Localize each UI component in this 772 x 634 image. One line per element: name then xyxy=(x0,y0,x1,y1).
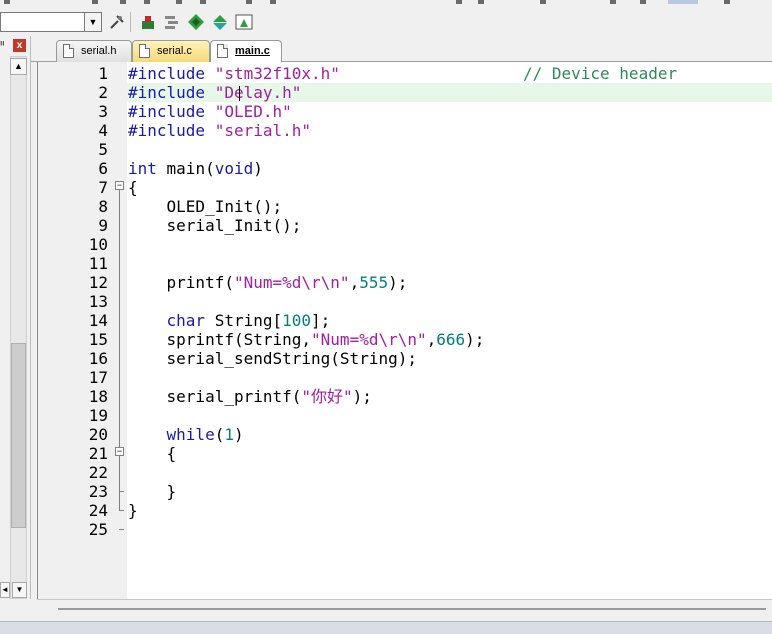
line-number: 21 xyxy=(88,444,108,463)
line-number: 24 xyxy=(88,501,108,520)
toolbar-separator xyxy=(130,12,131,32)
line-number: 9 xyxy=(98,216,108,235)
manage-project-items-icon[interactable] xyxy=(139,13,157,31)
line-number: 4 xyxy=(98,121,108,140)
code-line[interactable]: serial_printf("你好"); xyxy=(128,387,372,406)
code-line[interactable]: } xyxy=(128,482,177,501)
line-number: 25 xyxy=(88,520,108,539)
tab-label: serial.c xyxy=(157,45,192,57)
close-icon[interactable]: x xyxy=(13,39,26,52)
code-line[interactable]: OLED_Init(); xyxy=(128,197,283,216)
target-select[interactable]: ▼ xyxy=(0,12,102,32)
code-line[interactable]: serial_sendString(String); xyxy=(128,349,417,368)
select-packs-icon[interactable] xyxy=(163,13,181,31)
line-number: 11 xyxy=(88,254,108,273)
code-line[interactable]: serial_Init(); xyxy=(128,216,302,235)
code-line[interactable]: { xyxy=(128,178,138,197)
code-line[interactable]: printf("Num=%d\r\n",555); xyxy=(128,273,408,292)
document-icon xyxy=(139,44,150,58)
line-number: 13 xyxy=(88,292,108,311)
gutter-edge xyxy=(126,62,127,599)
line-number: 20 xyxy=(88,425,108,444)
fold-end-marker xyxy=(119,529,124,530)
status-bar xyxy=(0,621,772,634)
fold-end-marker xyxy=(119,491,124,492)
code-line[interactable]: #include "OLED.h" xyxy=(128,102,292,121)
code-line[interactable]: while(1) xyxy=(128,425,244,444)
pin-icon[interactable]: ᐦ xyxy=(0,40,10,52)
fold-collapse-icon[interactable]: − xyxy=(115,447,124,456)
line-number: 18 xyxy=(88,387,108,406)
tab-label: main.c xyxy=(235,45,270,57)
scroll-left-icon[interactable]: ◄ xyxy=(0,582,10,598)
line-number: 15 xyxy=(88,330,108,349)
code-line[interactable]: #include "Delay.h" xyxy=(128,83,301,102)
document-icon xyxy=(63,44,74,58)
line-number: 2 xyxy=(98,83,108,102)
scrollbar-thumb[interactable] xyxy=(11,343,26,528)
line-number: 5 xyxy=(98,140,108,159)
tab-serial-c[interactable]: serial.c xyxy=(132,40,210,62)
tab-main-c[interactable]: main.c xyxy=(210,40,282,63)
text-caret xyxy=(239,86,240,101)
build-options-icon[interactable] xyxy=(108,13,126,31)
code-line[interactable]: #include "stm32f10x.h" // Device header xyxy=(128,64,677,83)
fold-line xyxy=(119,190,120,510)
line-number: 17 xyxy=(88,368,108,387)
line-number: 19 xyxy=(88,406,108,425)
code-line[interactable]: { xyxy=(128,444,177,463)
line-number: 7 xyxy=(98,178,108,197)
scrollbar-track xyxy=(58,608,766,610)
code-line[interactable]: sprintf(String,"Num=%d\r\n",666); xyxy=(128,330,485,349)
tab-label: serial.h xyxy=(81,45,117,57)
line-number: 6 xyxy=(98,159,108,178)
editor-horizontal-scrollbar[interactable] xyxy=(37,599,772,621)
code-line[interactable]: int main(void) xyxy=(128,159,263,178)
fold-collapse-icon[interactable]: − xyxy=(115,181,124,190)
pack-installer-icon[interactable] xyxy=(187,13,205,31)
line-number: 22 xyxy=(88,463,108,482)
line-number: 1 xyxy=(98,64,108,83)
line-number: 23 xyxy=(88,482,108,501)
line-number: 3 xyxy=(98,102,108,121)
line-number: 10 xyxy=(88,235,108,254)
fold-end-marker xyxy=(119,510,124,511)
run-time-environment-icon[interactable] xyxy=(211,13,229,31)
line-number: 16 xyxy=(88,349,108,368)
line-number: 12 xyxy=(88,273,108,292)
menu-strip-clipped xyxy=(0,0,772,6)
line-number: 8 xyxy=(98,197,108,216)
chevron-down-icon[interactable]: ▼ xyxy=(84,13,101,31)
line-number: 14 xyxy=(88,311,108,330)
code-line[interactable]: char String[100]; xyxy=(128,311,331,330)
scroll-up-icon[interactable]: ▲ xyxy=(10,58,27,75)
code-line[interactable]: } xyxy=(128,501,138,520)
scroll-down-icon[interactable]: ▼ xyxy=(12,582,27,598)
code-line[interactable]: #include "serial.h" xyxy=(128,121,311,140)
project-window-icon[interactable] xyxy=(235,13,253,31)
tab-serial-h[interactable]: serial.h xyxy=(56,40,132,62)
document-icon xyxy=(217,44,228,58)
